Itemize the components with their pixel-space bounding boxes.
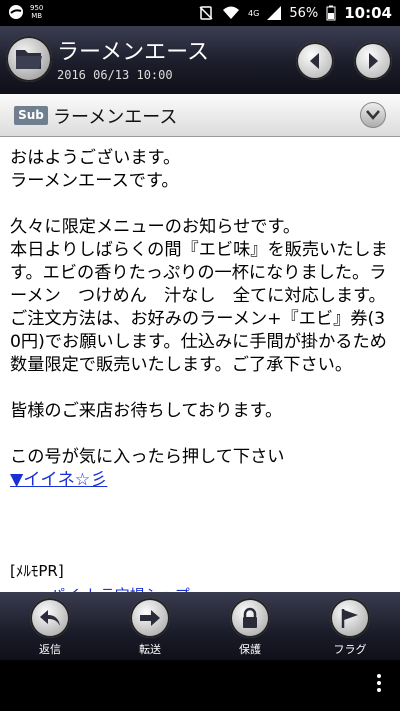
subject-title: ラーメンエース	[53, 107, 178, 128]
chevron-right-icon	[369, 53, 378, 69]
subject-badge: Sub	[14, 106, 48, 125]
reply-label: 返信	[39, 643, 61, 656]
folder-icon	[16, 50, 42, 69]
folder-button[interactable]	[6, 36, 52, 82]
lock-icon	[243, 607, 257, 628]
previous-button[interactable]	[296, 42, 334, 80]
battery-percent: 56%	[289, 5, 319, 21]
pr-label: [ﾒﾙﾓPR]	[10, 562, 64, 580]
battery-icon	[326, 5, 336, 21]
flag-button[interactable]: フラグ	[315, 594, 385, 658]
like-link[interactable]: ▼イイネ☆彡	[10, 470, 107, 490]
message-body[interactable]: おはようございます。 ラーメンエースです。 久々に限定メニューのお知らせです。 …	[0, 137, 400, 592]
protect-label: 保護	[239, 643, 261, 656]
header-date: 2016 06/13 10:00	[57, 68, 173, 82]
status-bar: 950 MB 4G 56% 10:04	[0, 0, 400, 26]
expand-details-button[interactable]	[360, 102, 386, 128]
network-type: 4G	[248, 8, 260, 18]
no-sim-icon	[199, 6, 213, 20]
flag-icon	[341, 609, 358, 628]
forward-arrow-icon	[140, 610, 160, 626]
reply-button[interactable]: 返信	[15, 594, 85, 658]
chevron-down-icon	[366, 110, 380, 120]
subject-bar: Sub ラーメンエース	[0, 94, 400, 137]
flag-label: フラグ	[333, 643, 367, 656]
app-notification-icon	[9, 5, 23, 19]
message-text: おはようございます。 ラーメンエースです。 久々に限定メニューのお知らせです。 …	[10, 148, 388, 490]
clock: 10:04	[344, 4, 392, 22]
header-title: ラーメンエース	[57, 40, 210, 65]
chevron-left-icon	[310, 53, 319, 69]
forward-button[interactable]: 転送	[115, 594, 185, 658]
wifi-icon	[223, 6, 240, 19]
next-button[interactable]	[354, 42, 392, 80]
action-toolbar: 返信 転送 保護 フラグ	[0, 592, 400, 660]
forward-label: 転送	[139, 643, 161, 656]
data-usage: 950 MB	[30, 4, 44, 20]
reply-icon	[40, 610, 60, 626]
system-nav-bar	[0, 660, 400, 711]
pr-link[interactable]: ーッパイ トラ宝場シップ	[20, 584, 190, 592]
signal-icon	[267, 6, 282, 20]
overflow-menu-icon[interactable]	[376, 674, 382, 696]
protect-button[interactable]: 保護	[215, 594, 285, 658]
mail-header: ラーメンエース 2016 06/13 10:00	[0, 26, 400, 94]
